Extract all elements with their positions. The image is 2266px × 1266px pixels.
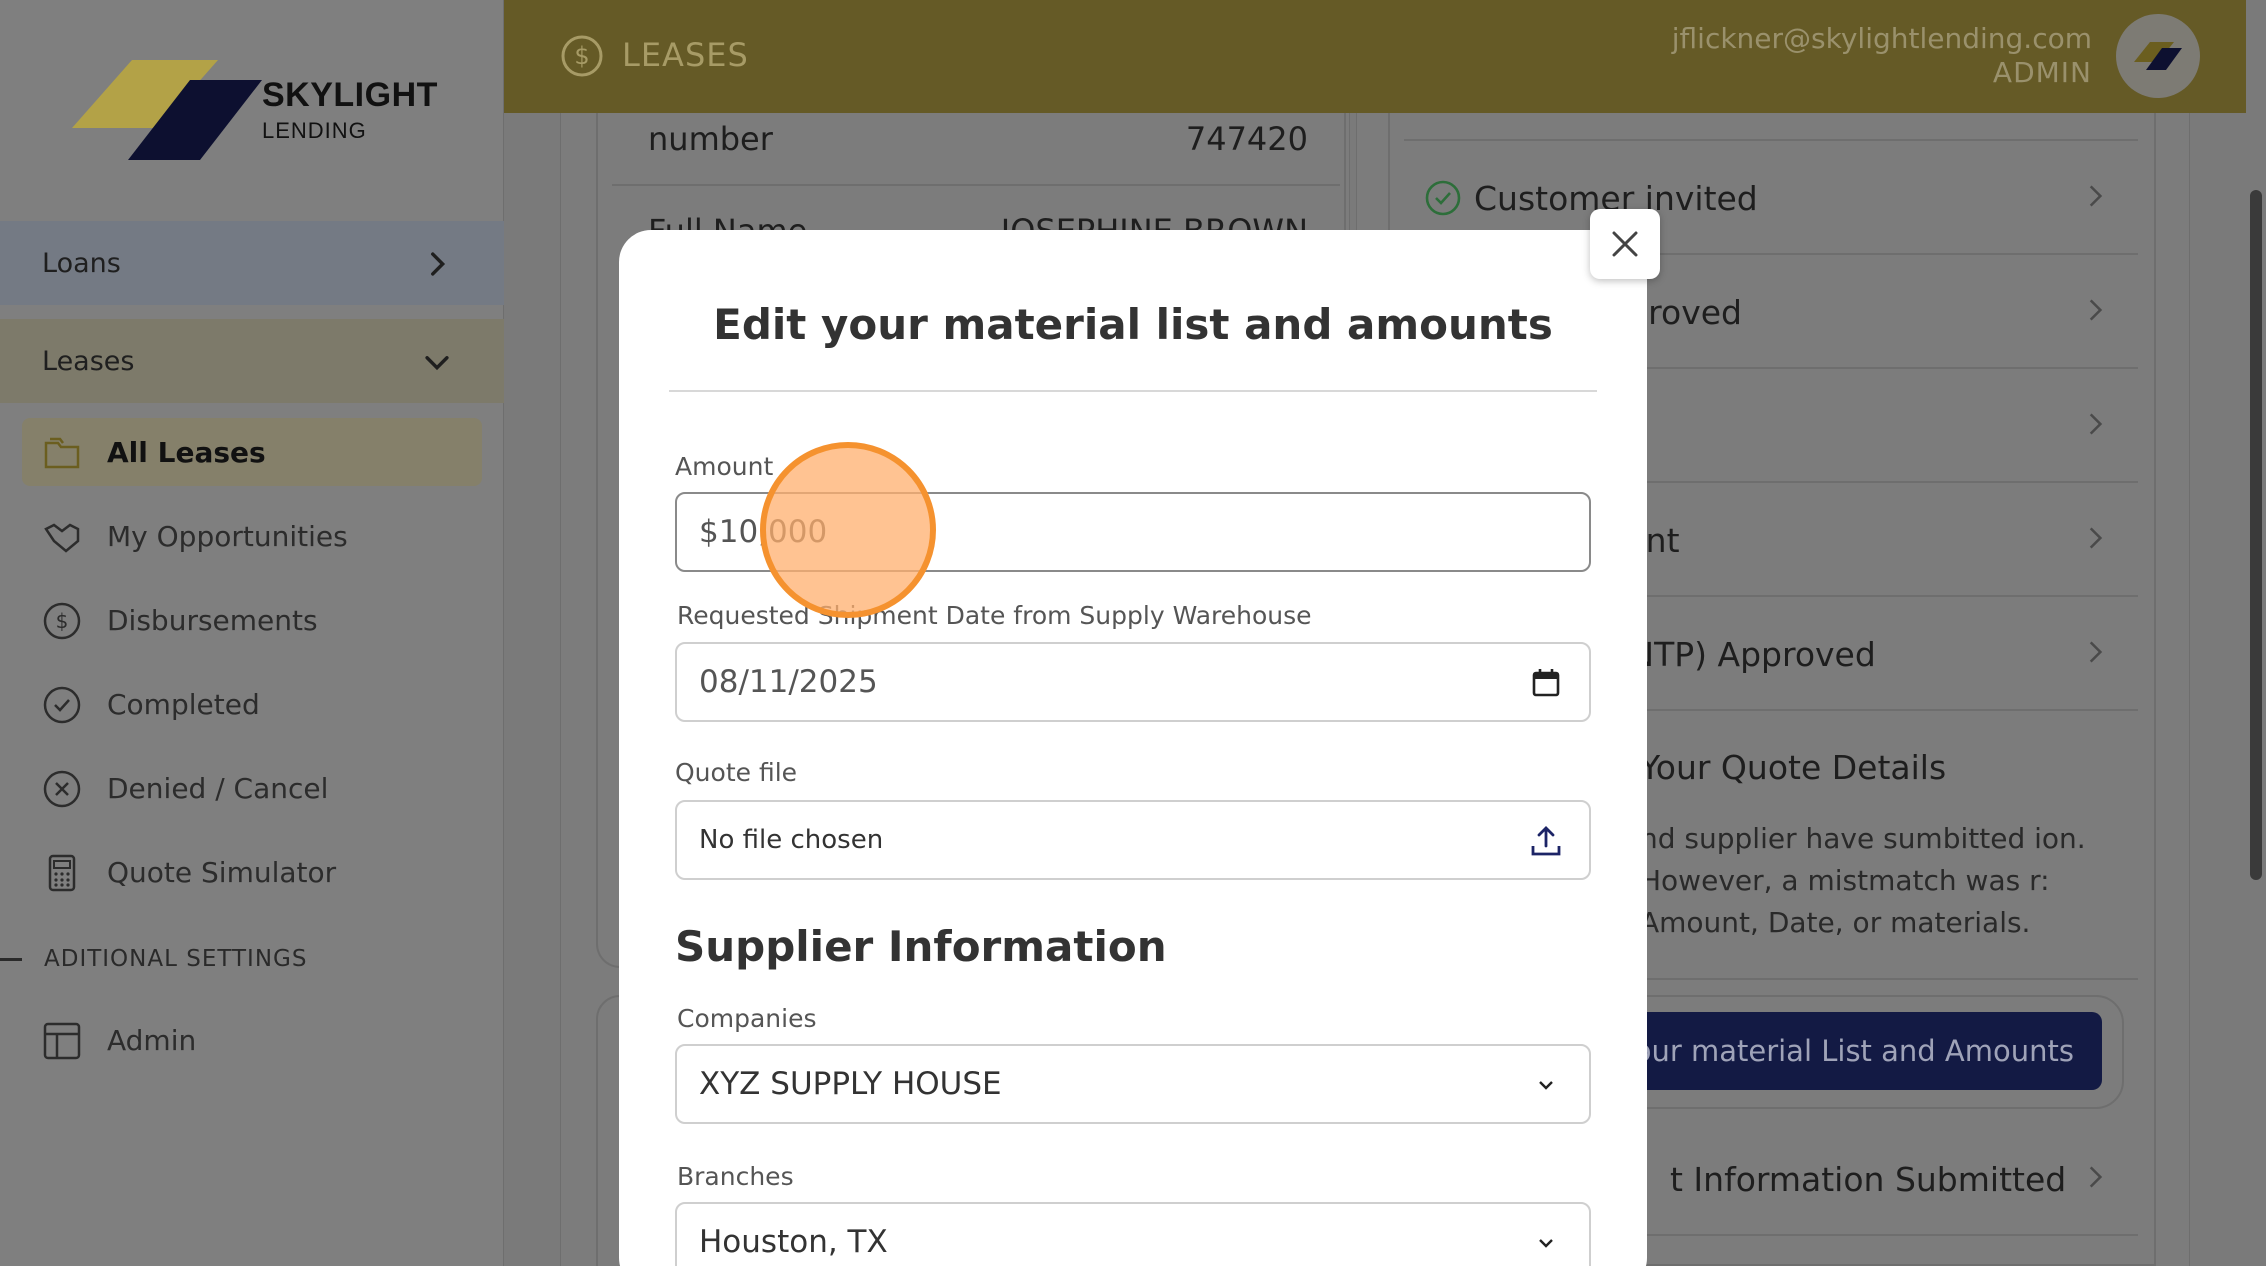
chevron-right-icon (431, 252, 446, 276)
sidebar-item-denied-cancel[interactable]: Denied / Cancel (22, 754, 482, 822)
chevron-down-icon (1539, 1081, 1553, 1090)
divider (612, 184, 1340, 186)
chevron-right-icon (2089, 413, 2103, 435)
close-icon (1612, 231, 1638, 257)
sidebar-item-completed[interactable]: Completed (22, 670, 482, 738)
nav-leases-label: Leases (42, 345, 135, 377)
calendar-icon[interactable] (1529, 666, 1563, 700)
calculator-icon (48, 854, 76, 892)
supplier-information-heading: Supplier Information (675, 922, 1167, 971)
chevron-down-icon (1539, 1239, 1553, 1248)
shipment-date-label: Requested Shipment Date from Supply Ware… (677, 601, 1312, 630)
close-modal-button[interactable] (1590, 209, 1660, 279)
logo-mark-icon (72, 60, 262, 160)
logo-name: SKYLIGHT (262, 76, 438, 114)
logo-subtitle: LENDING (262, 118, 367, 143)
sidebar-item-label: Admin (107, 1023, 197, 1057)
chevron-right-icon (2089, 527, 2103, 549)
sidebar-item-quote-simulator[interactable]: Quote Simulator (22, 838, 482, 906)
nav-leases[interactable]: Leases (0, 319, 504, 403)
folder-icon (44, 437, 80, 469)
shipment-date-value: 08/11/2025 (699, 664, 878, 700)
user-email: jflickner@skylightlending.com (1671, 22, 2092, 55)
chevron-right-icon (2089, 641, 2103, 663)
amount-label: Amount (675, 452, 774, 481)
modal-divider (669, 390, 1597, 392)
sidebar-item-label: Quote Simulator (107, 855, 337, 889)
companies-label: Companies (677, 1004, 817, 1033)
edit-material-modal: Edit your material list and amounts Amou… (619, 230, 1647, 1266)
nav-loans[interactable]: Loans (0, 221, 504, 305)
settings-divider (0, 958, 22, 961)
sidebar-item-my-opportunities[interactable]: My Opportunities (22, 502, 482, 570)
avatar[interactable] (2116, 14, 2200, 98)
companies-value: XYZ SUPPLY HOUSE (699, 1066, 1002, 1102)
step-label: t Information Submitted (1670, 1160, 2067, 1199)
sidebar-item-label: Disbursements (107, 603, 318, 637)
page-title: LEASES (622, 36, 749, 74)
scrollbar-thumb[interactable] (2250, 190, 2262, 880)
quote-file-label: Quote file (675, 758, 798, 787)
sidebar-item-admin[interactable]: Admin (22, 1006, 482, 1074)
quote-details-text: nd supplier have sumbitted ion. However,… (1640, 822, 2086, 939)
sidebar: SKYLIGHT LENDING Loans Leases All Leases… (0, 0, 504, 1266)
sidebar-item-label: Completed (107, 687, 260, 721)
check-circle-icon (1425, 180, 1461, 216)
chevron-down-icon (425, 356, 449, 371)
sidebar-item-all-leases[interactable]: All Leases (22, 418, 482, 486)
detail-value: 747420 (1185, 120, 1308, 158)
additional-settings-heading: ADITIONAL SETTINGS (44, 946, 308, 972)
detail-row-number: number 747420 (648, 120, 1308, 164)
branches-value: Houston, TX (699, 1224, 888, 1260)
top-bar: $ LEASES jflickner@skylightlending.com A… (504, 0, 2246, 113)
chevron-right-icon (2089, 299, 2103, 321)
handshake-icon (44, 523, 80, 553)
layout-icon (43, 1022, 81, 1060)
x-circle-icon (43, 770, 81, 808)
nav-loans-label: Loans (42, 247, 121, 279)
detail-label: number (648, 120, 773, 158)
chevron-right-icon (2089, 1166, 2103, 1188)
dollar-circle-icon: $ (43, 602, 81, 640)
sidebar-item-label: All Leases (107, 435, 266, 469)
skylight-logo: SKYLIGHT LENDING (72, 56, 452, 166)
quote-file-value: No file chosen (699, 825, 884, 855)
edit-button-label: our material List and Amounts (1633, 1034, 2074, 1068)
chevron-right-icon (2089, 185, 2103, 207)
sidebar-item-label: Denied / Cancel (107, 771, 329, 805)
dollar-circle-icon: $ (561, 35, 603, 77)
check-circle-icon (43, 686, 81, 724)
svg-text:$: $ (56, 609, 69, 633)
sidebar-item-label: My Opportunities (107, 519, 348, 553)
modal-title: Edit your material list and amounts (713, 300, 1553, 349)
click-indicator (760, 442, 936, 618)
companies-select[interactable]: XYZ SUPPLY HOUSE (675, 1044, 1591, 1124)
svg-text:$: $ (574, 42, 589, 70)
user-role: ADMIN (1992, 56, 2092, 89)
branches-select[interactable]: Houston, TX (675, 1202, 1591, 1266)
branches-label: Branches (677, 1162, 794, 1191)
quote-details-heading: Your Quote Details (1640, 748, 1947, 787)
logo-mark-icon (2134, 42, 2182, 70)
upload-icon[interactable] (1529, 824, 1563, 858)
shipment-date-input[interactable]: 08/11/2025 (675, 642, 1591, 722)
sidebar-item-disbursements[interactable]: $ Disbursements (22, 586, 482, 654)
quote-file-input[interactable]: No file chosen (675, 800, 1591, 880)
